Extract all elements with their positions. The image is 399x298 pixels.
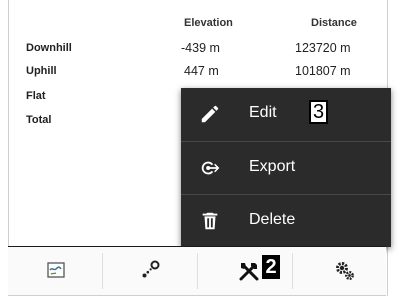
toolbar-tools-button[interactable]: 2 (198, 247, 292, 295)
tools-icon (239, 263, 259, 281)
map-icon (47, 262, 65, 278)
menu-item-delete[interactable]: Delete (181, 194, 391, 247)
context-menu: Edit 3 Export Delete (181, 88, 391, 247)
menu-item-export[interactable]: Export (181, 141, 391, 194)
menu-label-edit: Edit (249, 104, 277, 121)
bottom-toolbar: 2 (8, 246, 386, 296)
downhill-distance: 123720 m (295, 41, 351, 55)
trash-icon (202, 212, 218, 230)
elevation-header: Elevation (184, 17, 233, 29)
uphill-elevation: 447 m (184, 64, 219, 78)
step-callout-3: 3 (309, 100, 329, 124)
row-label-downhill: Downhill (26, 42, 72, 54)
menu-label-export: Export (249, 158, 296, 175)
step-callout-2: 2 (262, 255, 280, 279)
distance-header: Distance (311, 17, 357, 29)
settings-gears-icon (336, 262, 354, 280)
row-label-total: Total (26, 114, 52, 126)
toolbar-route-button[interactable] (103, 247, 197, 295)
row-label-flat: Flat (26, 90, 46, 102)
route-points-icon (142, 260, 160, 278)
export-icon (201, 161, 220, 175)
toolbar-map-button[interactable] (8, 247, 102, 295)
menu-item-edit[interactable]: Edit 3 (181, 88, 391, 140)
row-label-uphill: Uphill (26, 65, 57, 77)
menu-label-delete: Delete (249, 211, 296, 228)
toolbar-settings-button[interactable] (293, 247, 387, 295)
downhill-elevation: -439 m (181, 41, 220, 55)
uphill-distance: 101807 m (295, 64, 351, 78)
pencil-icon (201, 105, 219, 123)
